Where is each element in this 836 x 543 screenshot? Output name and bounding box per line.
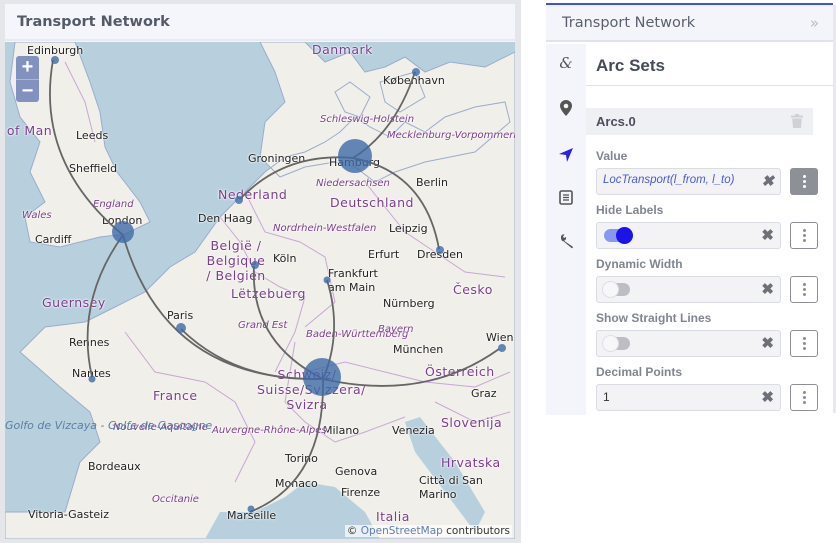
show-straight-lines-toggle[interactable]	[602, 335, 630, 352]
kebab-icon	[802, 229, 806, 242]
node-edinburgh	[51, 56, 59, 64]
decimal-points-field[interactable]: 1 ✖	[596, 384, 781, 411]
decimal-points-value: 1	[603, 390, 610, 404]
arc-london-edinburgh	[49, 59, 124, 236]
map-pin-icon[interactable]	[557, 99, 575, 117]
map-card: Transport Network Edinburgh Leeds Sheffi…	[0, 0, 521, 543]
arc-nederland-hamburg	[239, 156, 354, 200]
decimal-points-menu-button[interactable]	[790, 384, 818, 411]
hide-labels-menu-button[interactable]	[790, 222, 818, 249]
zoom-control: + −	[16, 56, 39, 102]
hide-labels-label: Hide Labels	[596, 203, 664, 217]
settings-panel: Transport Network » & Arc Sets Arcs.0 Va…	[546, 3, 833, 415]
dynamic-width-field: ✖	[596, 276, 781, 303]
show-straight-lines-field: ✖	[596, 330, 781, 357]
arc-layer	[49, 56, 506, 513]
arc-set-header[interactable]: Arcs.0	[586, 108, 813, 135]
side-rail: &	[546, 44, 586, 415]
arc-hamburg-dresden	[352, 157, 440, 250]
wrench-icon[interactable]	[557, 232, 575, 250]
value-menu-button[interactable]	[790, 168, 818, 195]
map-canvas[interactable]: Edinburgh Leeds Sheffield London Cardiff…	[5, 42, 515, 539]
list-document-icon[interactable]	[557, 188, 575, 206]
dynamic-width-label: Dynamic Width	[596, 257, 683, 271]
panel-content: Arc Sets Arcs.0 Value LocTransport(l_fro…	[586, 44, 833, 415]
double-chevron-right-icon[interactable]: »	[810, 14, 819, 32]
navigation-arrow-icon[interactable]	[557, 146, 575, 164]
node-frankfurt	[323, 276, 331, 284]
dynamic-width-toggle[interactable]	[602, 281, 630, 298]
arc-paris-schweiz	[180, 328, 324, 381]
kebab-icon	[802, 175, 806, 188]
node-paris	[176, 323, 186, 333]
node-hamburg	[338, 139, 372, 173]
decimal-points-label: Decimal Points	[596, 365, 683, 379]
node-nederland	[235, 196, 243, 204]
toggle-knob	[602, 281, 619, 298]
node-kobenhavn	[412, 68, 420, 76]
clear-show-straight-lines-icon[interactable]: ✖	[761, 334, 774, 352]
openstreetmap-link[interactable]: OpenStreetMap	[361, 525, 443, 537]
kebab-icon	[802, 283, 806, 296]
node-wien	[498, 344, 506, 352]
kebab-icon	[802, 391, 806, 404]
zoom-out-button[interactable]: −	[16, 79, 39, 102]
arc-schweiz-marseille	[249, 378, 324, 513]
kebab-icon	[802, 337, 806, 350]
section-title: Arc Sets	[586, 44, 833, 86]
clear-hide-labels-icon[interactable]: ✖	[761, 226, 774, 244]
panel-title: Transport Network	[562, 15, 696, 31]
node-london	[112, 221, 134, 243]
node-marseille	[247, 505, 255, 513]
clear-dynamic-width-icon[interactable]: ✖	[761, 280, 774, 298]
arc-london-schweiz	[122, 234, 324, 380]
copyright-symbol: ©	[346, 525, 358, 537]
node-nantes	[88, 375, 96, 383]
zoom-in-button[interactable]: +	[16, 56, 39, 79]
node-belgien	[251, 261, 259, 269]
map-attribution: © OpenStreetMap contributors	[344, 525, 512, 537]
attribution-suffix: contributors	[442, 525, 510, 537]
show-straight-lines-label: Show Straight Lines	[596, 311, 712, 325]
node-dresden	[436, 246, 444, 254]
node-schweiz	[303, 358, 341, 396]
nodes	[51, 56, 506, 513]
arc-london-nantes	[86, 234, 124, 378]
clear-decimal-points-icon[interactable]: ✖	[761, 388, 774, 406]
hide-labels-toggle[interactable]	[604, 227, 633, 244]
show-straight-lines-menu-button[interactable]	[790, 330, 818, 357]
value-text: LocTransport(l_from, l_to)	[603, 174, 735, 186]
value-label: Value	[596, 149, 628, 163]
arcs	[49, 59, 500, 513]
toggle-knob	[602, 335, 619, 352]
ampersand-icon[interactable]: &	[557, 54, 575, 72]
trash-icon[interactable]	[791, 114, 803, 131]
hide-labels-field: ✖	[596, 222, 781, 249]
arc-schweiz-wien	[322, 348, 500, 387]
panel-header: Transport Network »	[546, 5, 833, 42]
dynamic-width-menu-button[interactable]	[790, 276, 818, 303]
toggle-knob	[616, 227, 633, 244]
arc-set-name: Arcs.0	[596, 114, 636, 129]
map-card-inner: Transport Network Edinburgh Leeds Sheffi…	[5, 4, 515, 539]
map-card-title: Transport Network	[5, 4, 515, 41]
value-field[interactable]: LocTransport(l_from, l_to) ✖	[596, 168, 781, 195]
clear-value-icon[interactable]: ✖	[761, 172, 774, 190]
